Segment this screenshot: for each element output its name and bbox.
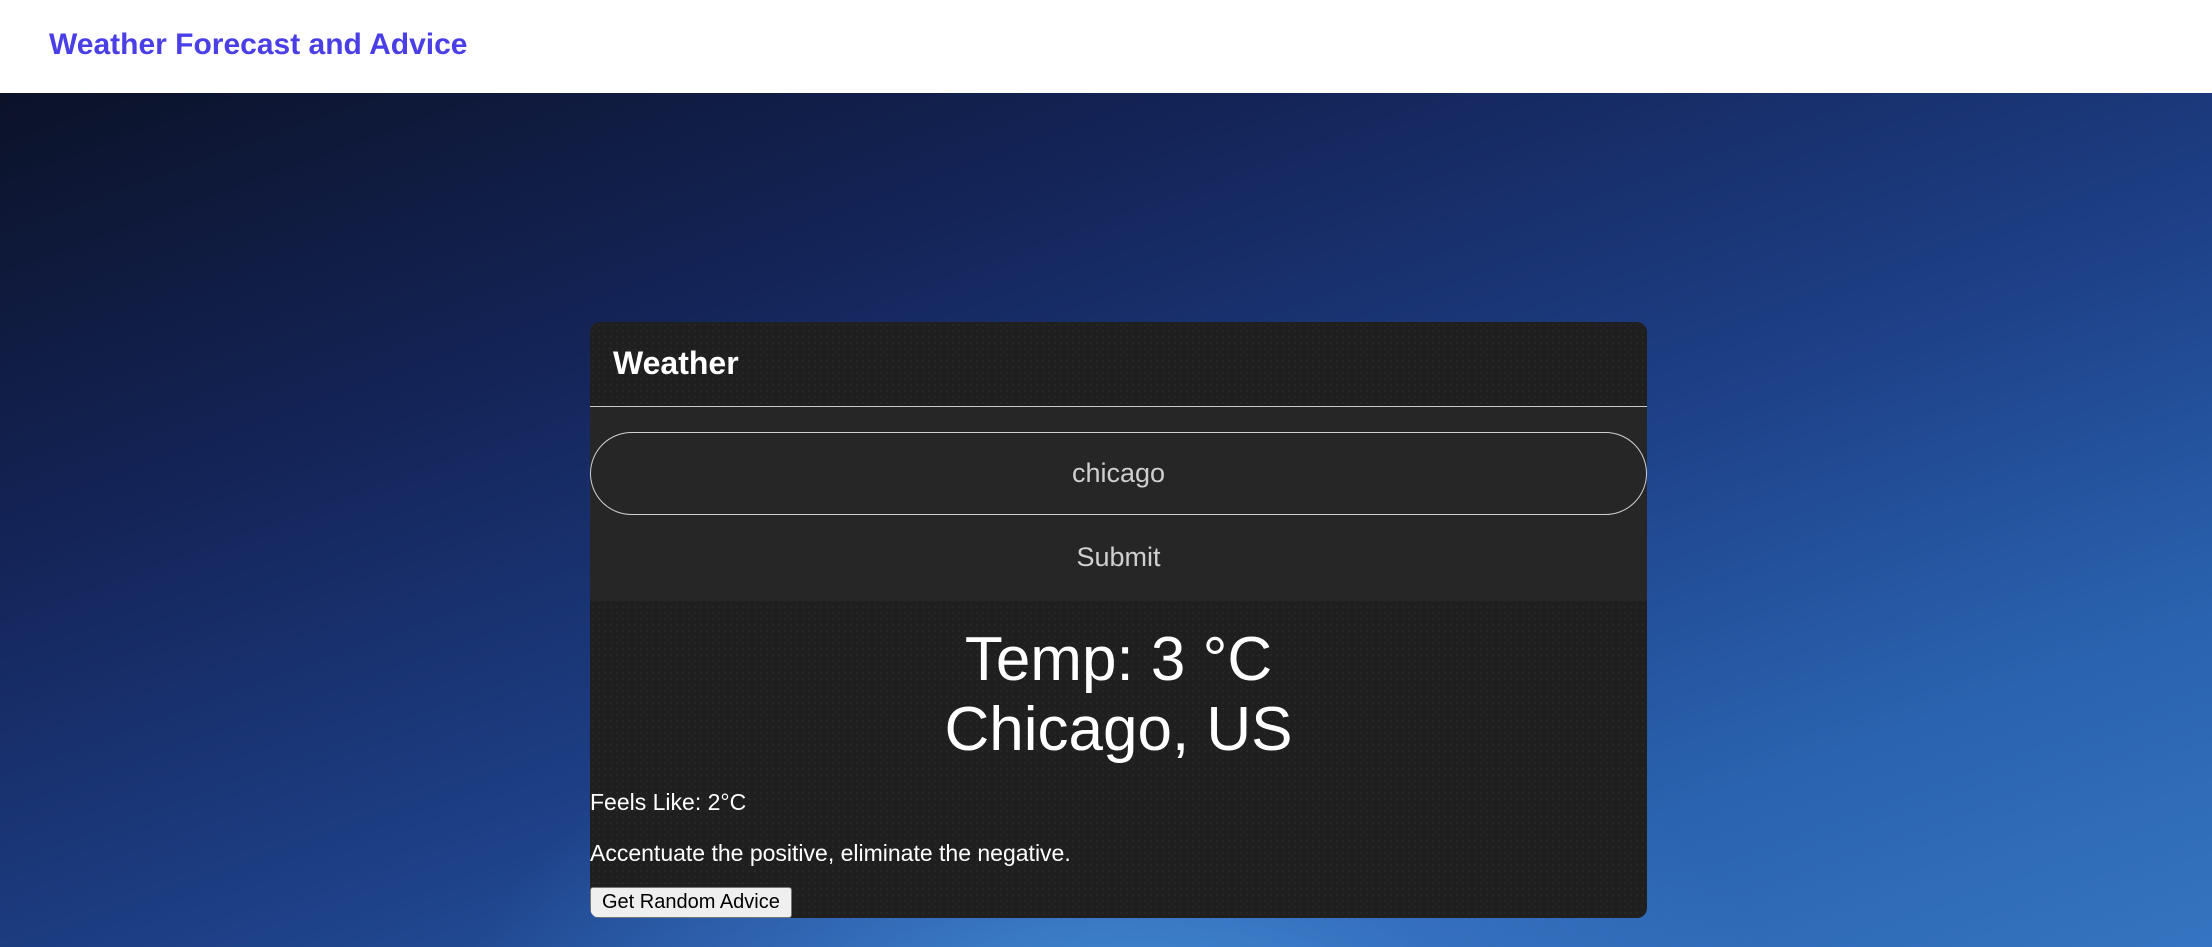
card-title: Weather — [613, 344, 739, 381]
random-advice-button[interactable]: Get Random Advice — [590, 887, 792, 918]
city-search-input[interactable] — [590, 432, 1647, 515]
card-header: Weather — [590, 322, 1647, 407]
navbar: Weather Forecast and Advice — [0, 0, 2212, 93]
submit-button[interactable]: Submit — [590, 515, 1647, 599]
search-form: Submit — [590, 407, 1647, 601]
feels-like-text: Feels Like: 2°C — [590, 789, 747, 815]
temperature-display: Temp: 3 °C — [964, 625, 1273, 694]
weather-card: Weather Submit Temp: 3 °C Chicago, US Fe… — [590, 322, 1647, 918]
brand-link[interactable]: Weather Forecast and Advice — [49, 28, 467, 62]
advice-text: Accentuate the positive, eliminate the n… — [590, 840, 1071, 866]
location-display: Chicago, US — [944, 695, 1293, 764]
hero-background: Weather Submit Temp: 3 °C Chicago, US Fe… — [0, 93, 2212, 947]
